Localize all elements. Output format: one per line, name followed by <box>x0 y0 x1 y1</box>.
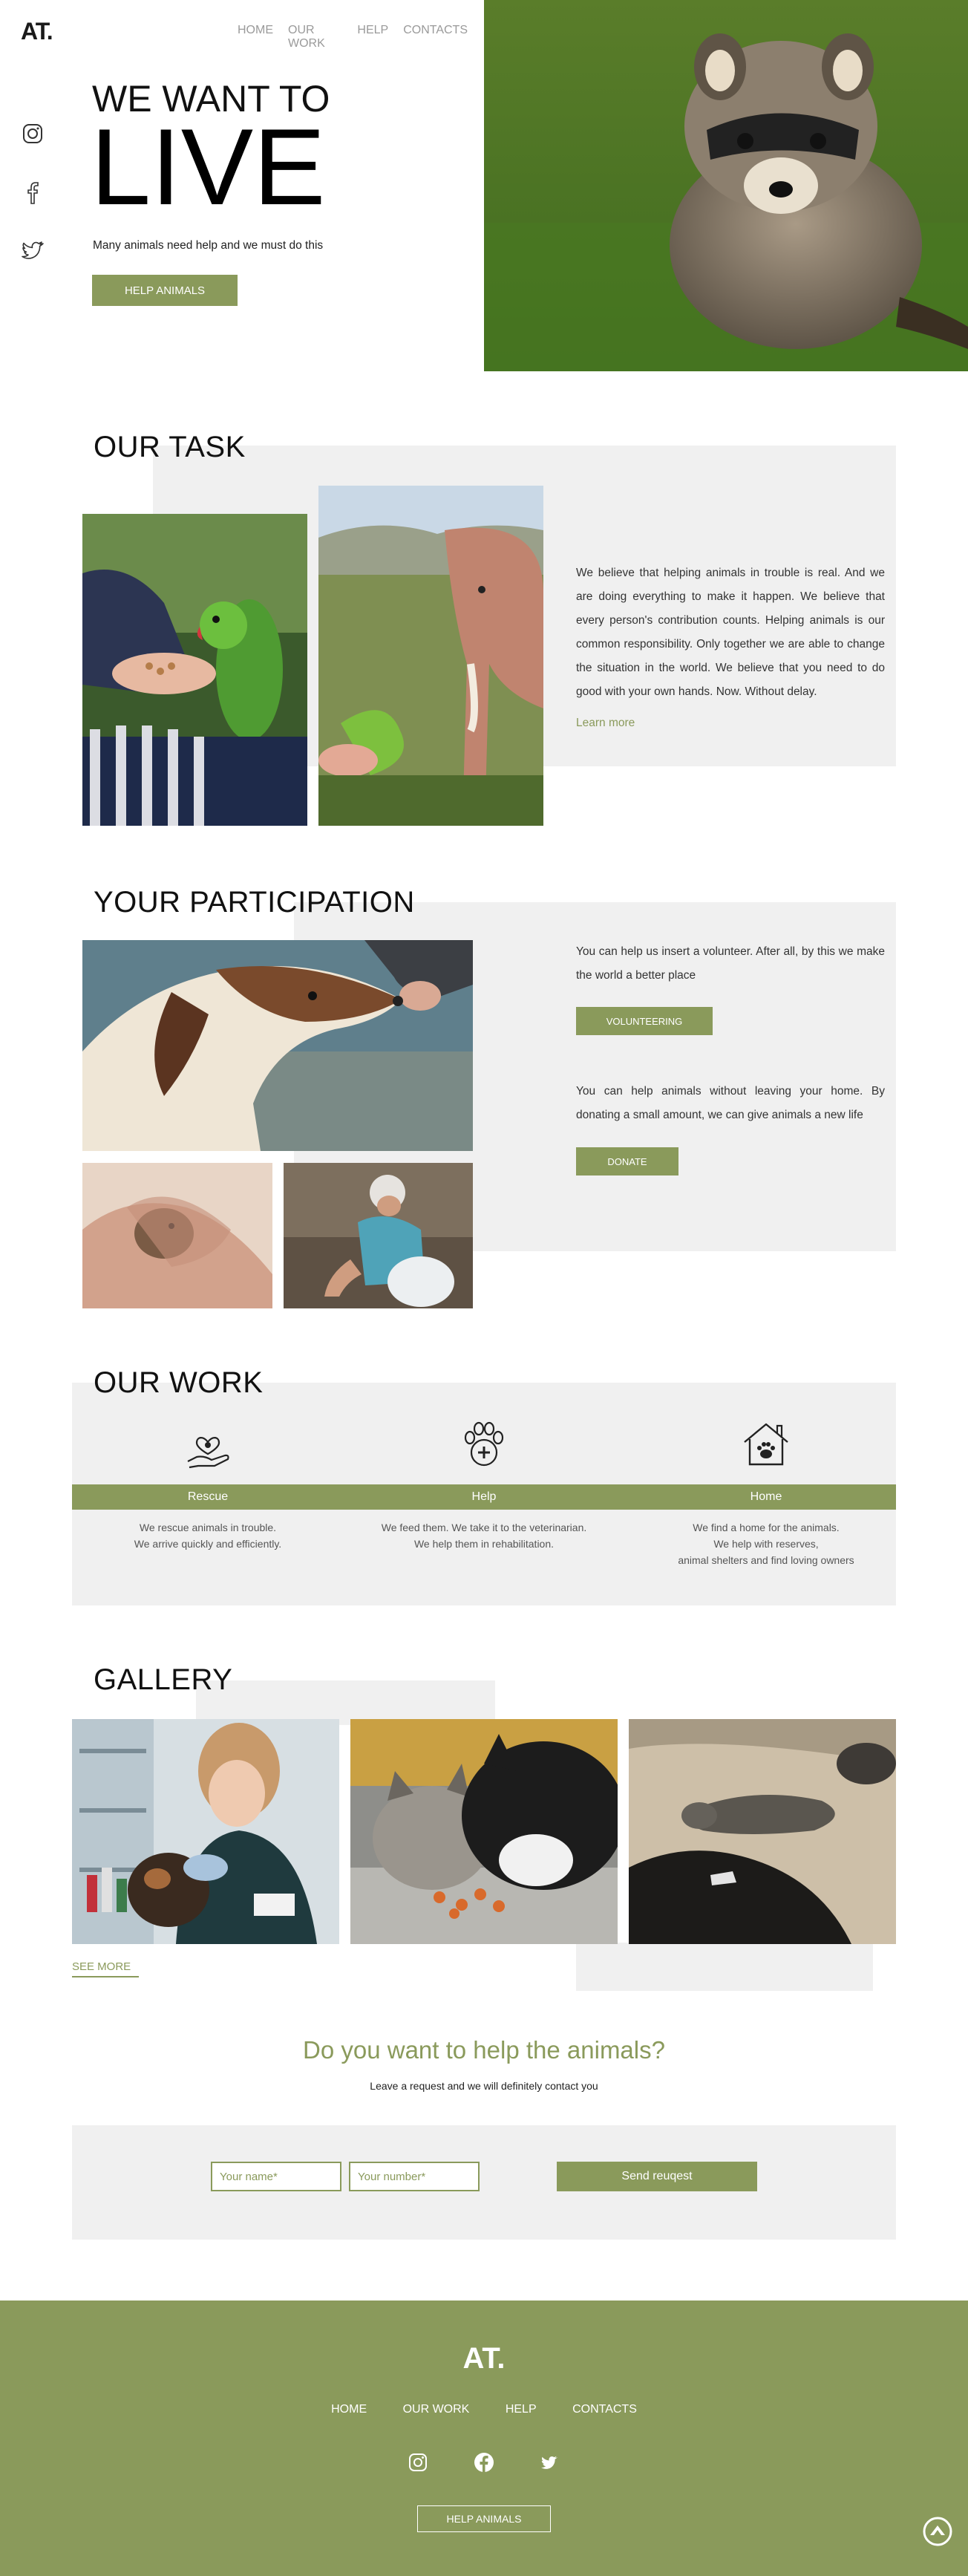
nav-home[interactable]: HOME <box>238 24 273 50</box>
number-input[interactable]: Your number* <box>349 2162 480 2191</box>
footer-nav-help[interactable]: HELP <box>506 2403 537 2416</box>
heart-hand-icon <box>71 1418 345 1472</box>
footer-logo[interactable]: AT. <box>0 2342 968 2376</box>
nav-contacts[interactable]: CONTACTS <box>403 24 468 50</box>
learn-more-link[interactable]: Learn more <box>576 717 635 730</box>
gallery-title: GALLERY <box>94 1663 233 1696</box>
contact-subheading: Leave a request and we will definitely c… <box>370 2080 598 2092</box>
name-input[interactable]: Your name* <box>211 2162 341 2191</box>
footer: AT. HOME OUR WORK HELP CONTACTS HELP ANI… <box>0 2301 968 2576</box>
see-more-link[interactable]: SEE MORE <box>72 1960 139 1977</box>
twitter-icon[interactable] <box>21 241 45 261</box>
work-title: OUR WORK <box>94 1366 264 1400</box>
participation-title: YOUR PARTICIPATION <box>94 886 415 919</box>
home-desc-line1: We find a home for the animals. <box>693 1522 840 1533</box>
footer-facebook-icon[interactable] <box>474 2452 494 2473</box>
scroll-to-top-icon[interactable] <box>922 2516 953 2547</box>
rescue-label: Rescue <box>187 1490 229 1503</box>
help-desc-line1: We feed them. We take it to the veterina… <box>381 1522 587 1533</box>
dog-image <box>82 940 473 1151</box>
instagram-icon[interactable] <box>22 123 43 144</box>
task-title: OUR TASK <box>94 431 246 463</box>
home-label: Home <box>750 1490 782 1503</box>
footer-nav-our-work[interactable]: OUR WORK <box>403 2403 470 2416</box>
parrot-image <box>82 514 307 826</box>
task-description: We believe that helping animals in troub… <box>576 567 885 698</box>
donate-text: You can help animals without leaving you… <box>576 1085 885 1121</box>
footer-nav-contacts[interactable]: CONTACTS <box>572 2403 637 2416</box>
hamster-image <box>82 1163 272 1308</box>
footer-help-animals-button[interactable]: HELP ANIMALS <box>417 2505 551 2532</box>
volunteer-text: You can help us insert a volunteer. Afte… <box>576 945 885 982</box>
donate-button[interactable]: DONATE <box>576 1147 678 1175</box>
work-item-help: Help We feed them. We take it to the vet… <box>347 1418 621 1552</box>
gallery-seal-image[interactable] <box>629 1719 896 1944</box>
work-item-home: Home We find a home for the animals. We … <box>629 1418 903 1568</box>
gallery-background-bottom <box>576 1943 873 1991</box>
footer-nav: HOME OUR WORK HELP CONTACTS <box>0 2403 968 2416</box>
home-desc-line2: We help with reserves, <box>713 1538 819 1550</box>
gallery-background-top <box>196 1680 495 1725</box>
contact-form-background <box>72 2125 896 2240</box>
home-desc-line3: animal shelters and find loving owners <box>678 1554 854 1566</box>
gallery-cats-image[interactable] <box>350 1719 618 1944</box>
paw-medical-icon <box>347 1418 621 1472</box>
rescue-desc-line1: We rescue animals in trouble. <box>139 1522 277 1533</box>
help-label: Help <box>471 1490 497 1503</box>
hero-subtitle: Many animals need help and we must do th… <box>93 239 324 252</box>
hero-raccoon-image <box>484 0 968 371</box>
elephant-image <box>318 486 543 826</box>
footer-nav-home[interactable]: HOME <box>331 2403 367 2416</box>
help-animals-button[interactable]: HELP ANIMALS <box>92 275 238 306</box>
help-desc-line2: We help them in rehabilitation. <box>413 1538 555 1550</box>
hero-title-line2: LIVE <box>91 106 326 227</box>
send-request-button[interactable]: Send reuqest <box>557 2162 757 2191</box>
footer-twitter-icon[interactable] <box>540 2455 559 2471</box>
facebook-icon[interactable] <box>24 181 42 205</box>
nav-help[interactable]: HELP <box>357 24 388 50</box>
gallery-vet-dog-image[interactable] <box>72 1719 339 1944</box>
footer-instagram-icon[interactable] <box>408 2453 428 2472</box>
work-item-rescue: Rescue We rescue animals in trouble. We … <box>71 1418 345 1552</box>
volunteering-button[interactable]: VOLUNTEERING <box>576 1007 713 1035</box>
pet-house-icon <box>629 1418 903 1472</box>
logo[interactable]: AT. <box>21 18 53 45</box>
nav-our-work[interactable]: OUR WORK <box>288 24 342 50</box>
contact-heading: Do you want to help the animals? <box>303 2036 665 2064</box>
top-nav: HOME OUR WORK HELP CONTACTS <box>223 24 468 50</box>
rescue-desc-line2: We arrive quickly and efficiently. <box>134 1538 282 1550</box>
volunteer-cleanup-image <box>284 1163 473 1308</box>
